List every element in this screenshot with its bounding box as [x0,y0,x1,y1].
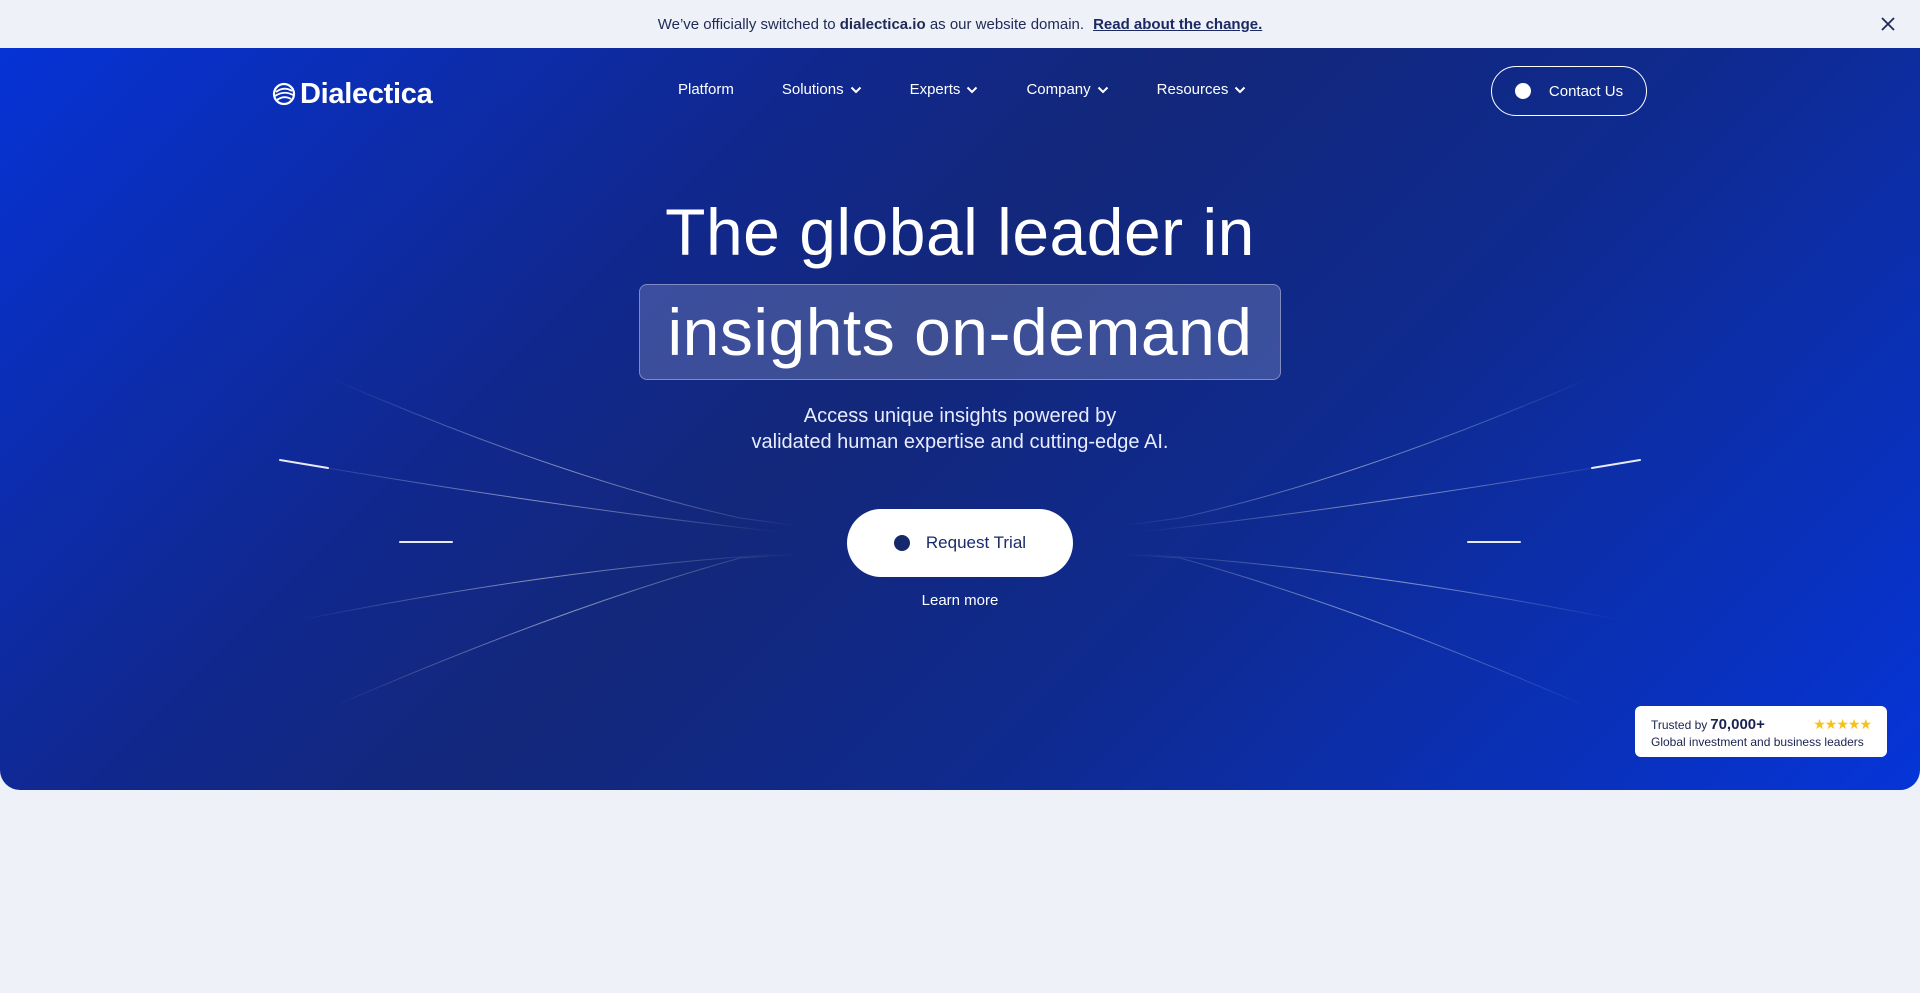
rating-stars-icon: ★★★★★ [1813,716,1872,732]
globe-logo-icon [272,82,296,106]
dot-icon [1514,83,1531,99]
chevron-down-icon [967,86,978,93]
close-icon[interactable] [1878,14,1898,34]
nav-item-experts[interactable]: Experts [910,81,979,98]
banner-message: We’ve officially switched to dialectica.… [658,16,1084,33]
nav-item-platform[interactable]: Platform [678,81,734,98]
contact-label: Contact Us [1548,82,1624,100]
trust-badge: Trusted by 70,000+ ★★★★★ Global investme… [1635,706,1887,757]
subhead-line: Access unique insights powered by [803,405,1117,427]
nav-label: Solutions [781,81,844,98]
logo-wordmark: Dialectica [300,77,433,110]
highlight-text: insights on-demand [667,295,1253,369]
trust-caption: Global investment and business leaders [1651,735,1864,749]
nav-label: Company [1026,81,1091,98]
learn-more-wrapper: Learn more [0,592,1920,609]
learn-more-link[interactable]: Learn more [922,592,999,609]
hero-subheading: Access unique insights powered by valida… [0,403,1920,455]
nav-label: Resources [1156,81,1229,98]
cta-label: Request Trial [925,533,1027,552]
subhead-line: validated human expertise and cutting-ed… [751,431,1169,453]
nav-item-company[interactable]: Company [1026,81,1108,98]
hero-headline: The global leader in [665,195,1255,269]
hero-section: Dialectica Platform Solutions Experts Co… [0,48,1920,790]
request-trial-button[interactable]: Request Trial [847,509,1073,577]
hero-headline-highlight: insights on-demand [639,284,1281,380]
banner-suffix: as our website domain. [929,15,1085,33]
dialectica-logo[interactable]: Dialectica [272,76,433,112]
nav-item-resources[interactable]: Resources [1157,81,1247,98]
banner-read-more-link[interactable]: Read about the change. [1093,16,1262,33]
announcement-banner: We’ve officially switched to dialectica.… [0,0,1920,48]
contact-us-button[interactable]: Contact Us [1491,66,1647,116]
chevron-down-icon [1235,86,1246,93]
chevron-down-icon [850,86,861,93]
nav-label: Experts [909,81,961,98]
dot-icon [893,535,910,551]
nav-item-solutions[interactable]: Solutions [782,81,862,98]
nav-label: Platform [678,81,734,98]
banner-domain: dialectica.io [839,15,926,33]
trust-count: 70,000+ [1710,716,1765,733]
trust-prefix: Trusted by [1651,717,1708,732]
main-nav: Platform Solutions Experts Company Resou… [678,81,1294,98]
chevron-down-icon [1097,86,1108,93]
banner-prefix: We’ve officially switched to [657,15,836,33]
